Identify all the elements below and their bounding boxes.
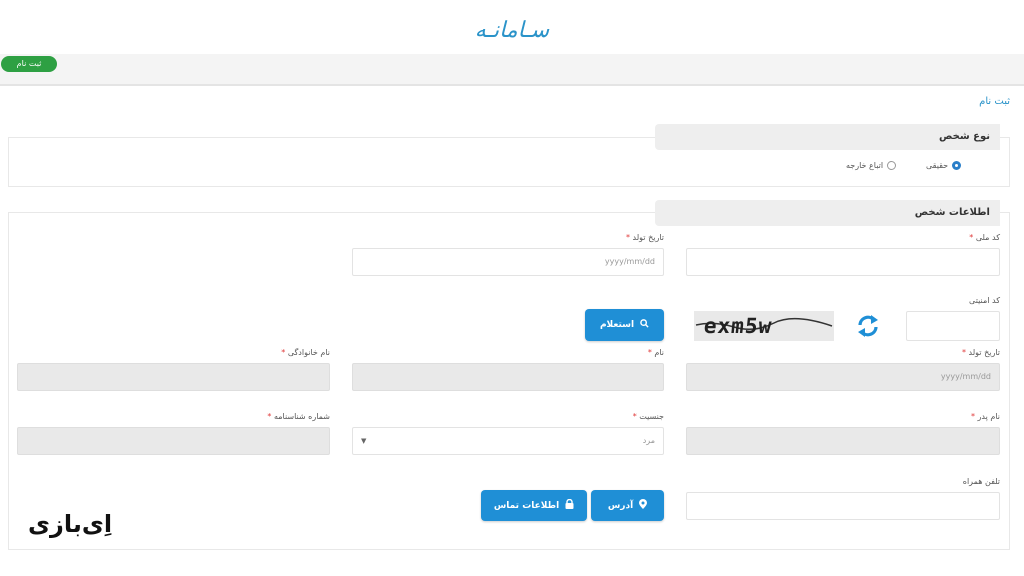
chevron-down-icon: ▼ [361,437,367,445]
radio-real-indicator[interactable] [952,161,962,170]
father-name-input[interactable] [686,427,1000,455]
captcha-text: exm5w [702,314,774,338]
captcha-image: exm5w [694,311,834,341]
address-button[interactable]: آدرس [591,490,664,521]
national-code-input[interactable] [686,248,1000,276]
radio-foreign-label: اتباع خارجه [846,161,884,170]
radio-foreign-indicator[interactable] [887,161,897,170]
birth-date-top-input[interactable]: yyyy/mm/dd [352,248,664,276]
security-code-input[interactable] [906,311,1000,341]
refresh-captcha-icon[interactable] [854,312,882,340]
breadcrumb[interactable]: ثبت نام [979,96,1010,107]
id-number-input[interactable] [17,427,330,455]
mobile-input[interactable] [686,492,1000,520]
person-type-header: نوع شخص [655,124,1000,150]
radio-foreign-national[interactable]: اتباع خارجه [846,161,897,170]
security-code-label: کد امنیتی [969,296,1000,305]
radio-real-label: حقیقی [926,161,949,170]
father-name-label: نام پدر * [971,412,1000,421]
first-name-label: نام * [647,348,664,357]
last-name-label: نام خانوادگی * [281,348,330,357]
national-code-label: کد ملی * [969,233,1000,242]
search-icon [640,319,649,331]
gender-select-value: مرد [642,436,655,445]
address-button-label: آدرس [607,500,634,511]
lock-icon [565,498,574,512]
watermark-logo: اِی‌بازی [28,510,112,538]
inquiry-button[interactable]: استعلام [585,309,664,341]
map-pin-icon [639,499,648,512]
register-button[interactable]: ثبت نام [1,56,57,72]
id-number-label: شماره شناسنامه * [267,412,330,421]
last-name-input[interactable] [17,363,330,391]
birth-date-input[interactable]: yyyy/mm/dd [686,363,1000,391]
radio-real-person[interactable]: حقیقی [926,161,962,170]
birth-date-top-label: تاریخ تولد * [625,233,664,242]
contact-info-button-label: اطلاعات تماس [493,500,560,511]
watermark-text: اِی‌بازی [28,510,113,538]
inquiry-button-label: استعلام [599,320,635,330]
top-bar [0,54,1024,86]
person-info-header: اطلاعات شخص [655,200,1000,226]
contact-info-button[interactable]: اطلاعات تماس [481,490,587,521]
gender-select[interactable]: مرد ▼ [352,427,664,455]
gender-label: جنسیت * [632,412,664,421]
first-name-input[interactable] [352,363,664,391]
birth-date-label: تاریخ تولد * [961,348,1000,357]
mobile-label: تلفن همراه [962,477,1000,486]
site-logo: سـامانـه [474,18,550,43]
